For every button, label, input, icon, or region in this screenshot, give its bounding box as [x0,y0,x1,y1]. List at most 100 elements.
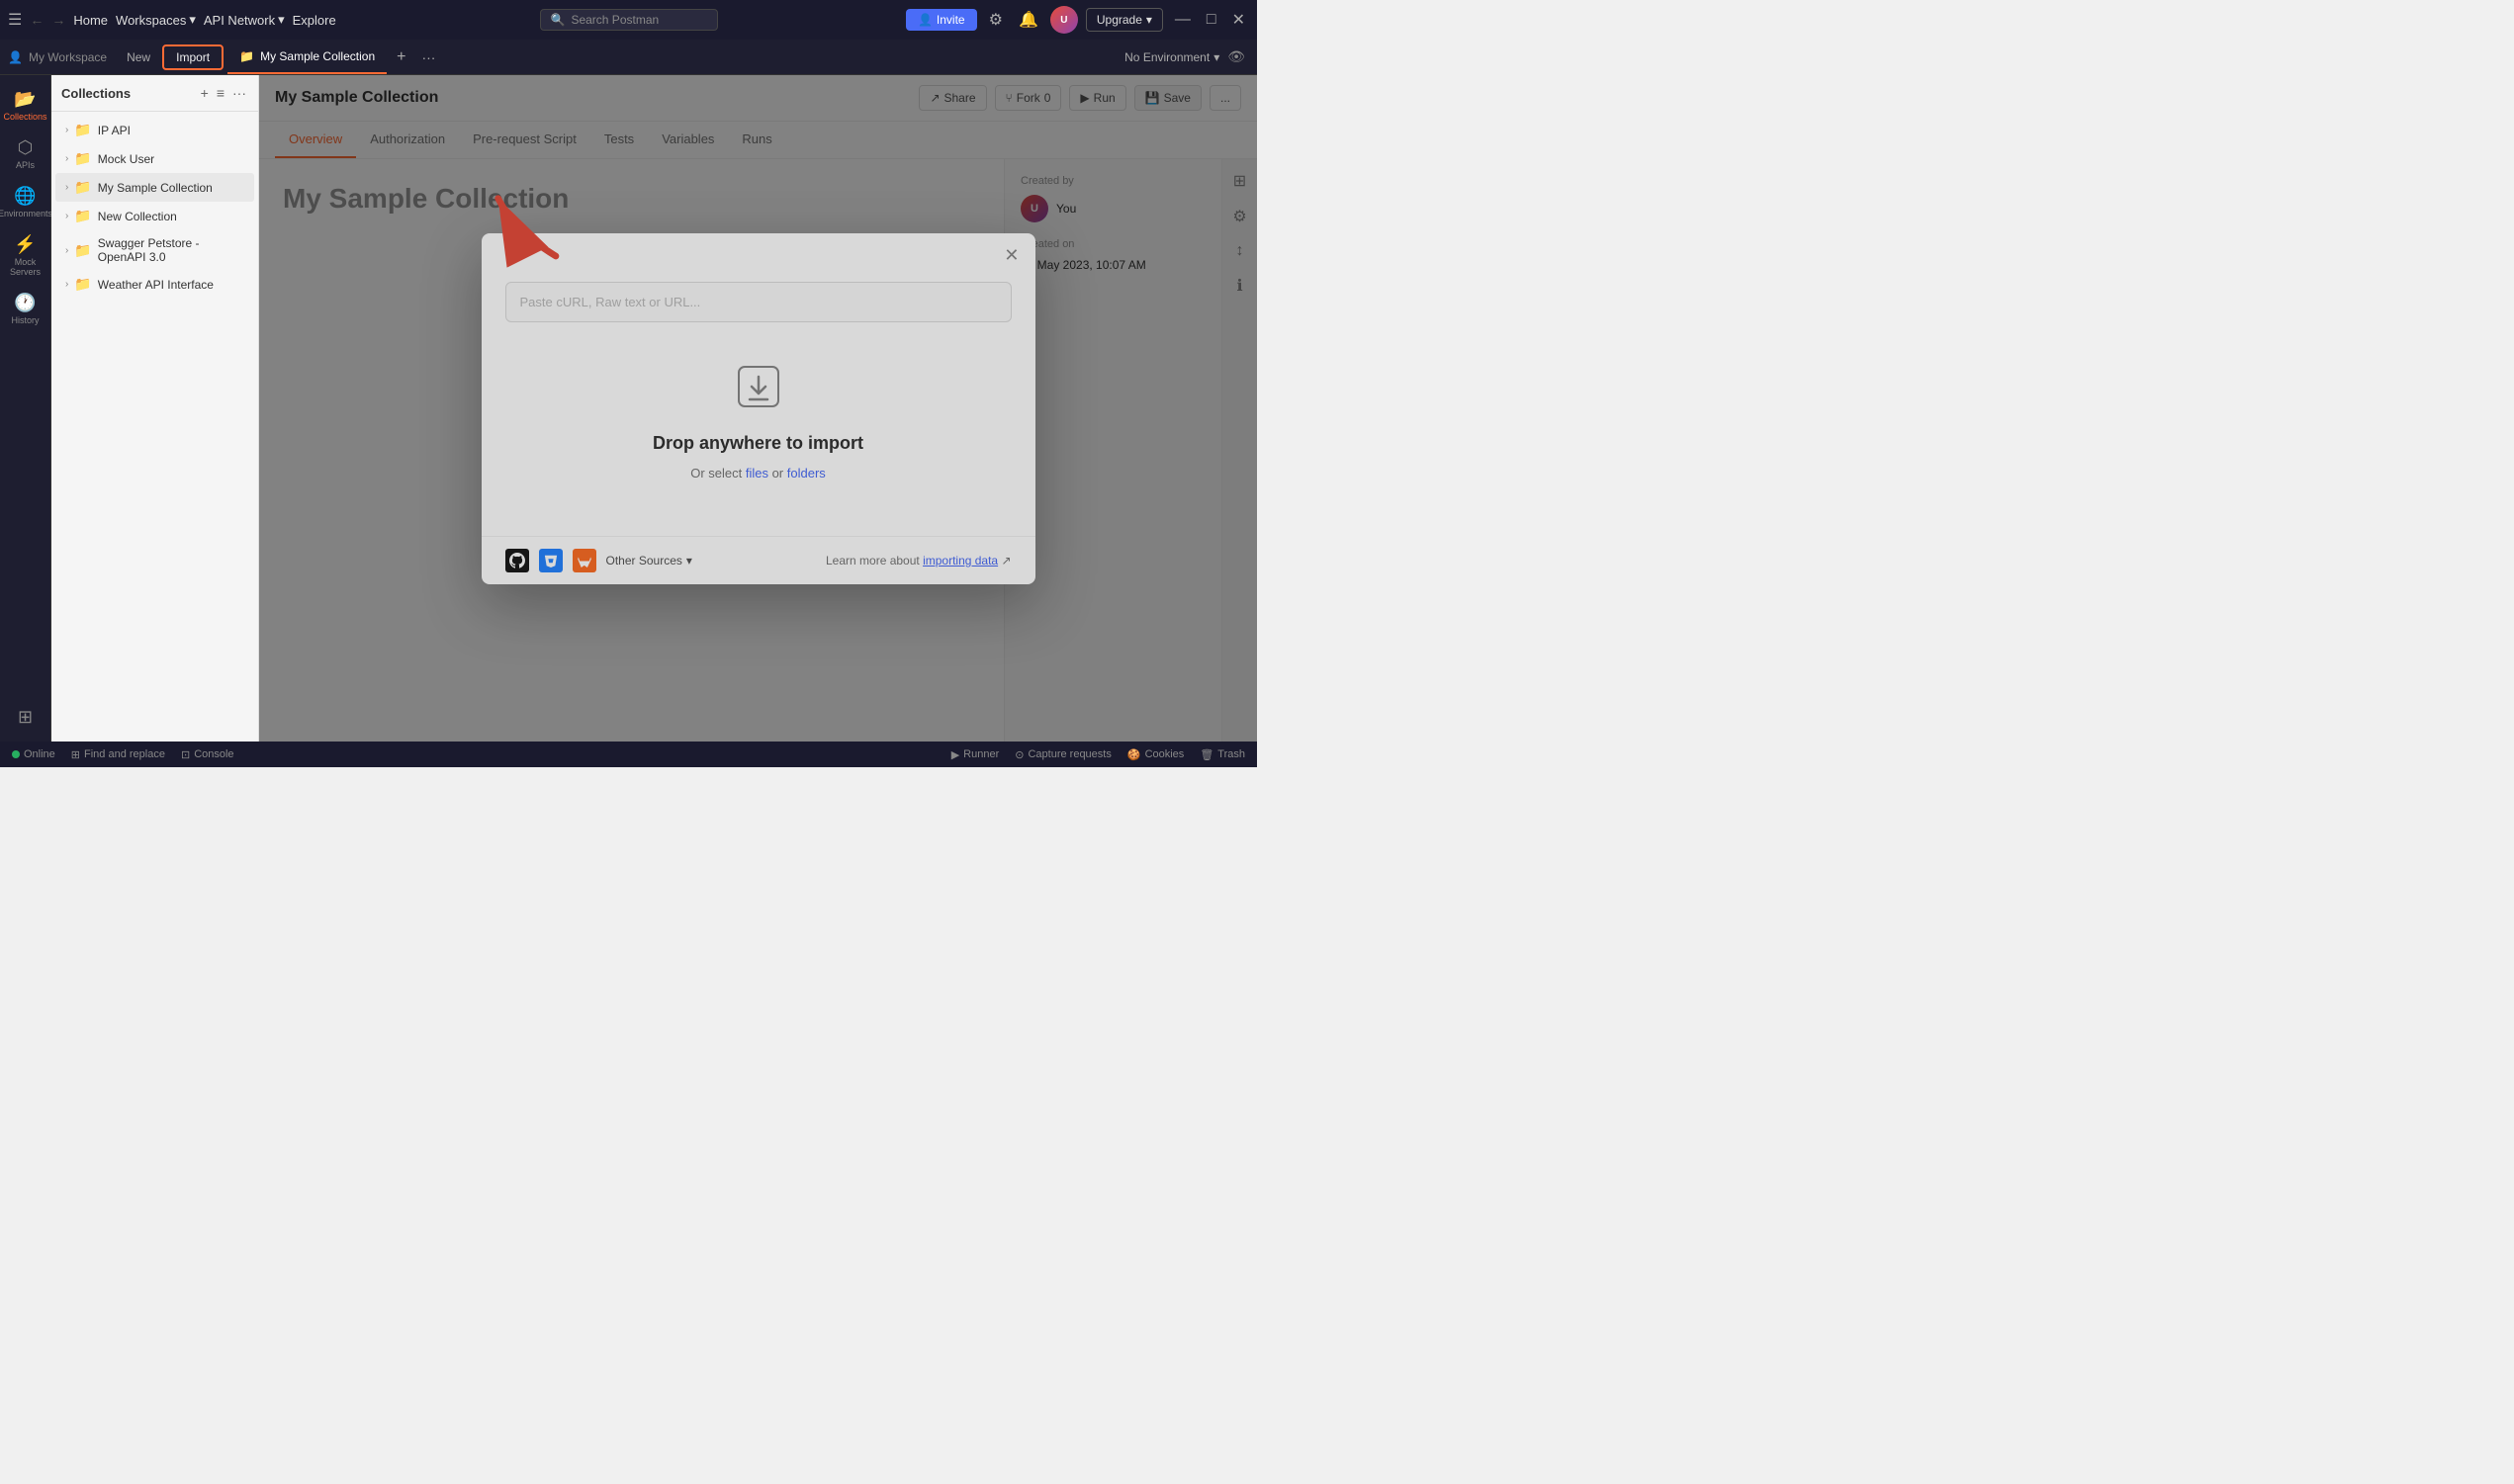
share-button[interactable]: ↗ Share [919,85,986,111]
bottom-bar-right: ▶ Runner ⊙ Capture requests 🍪 Cookies 🗑 … [951,748,1245,761]
top-bar-right: 👤 Invite ⚙ 🔔 U Upgrade ▾ — □ ✕ [726,6,1250,34]
bottom-bar: Online ⊞ Find and replace ⊡ Console ▶ Ru… [0,742,1257,767]
sidebar-item-mock-servers[interactable]: ⚡ Mock Servers [0,228,50,283]
gitlab-icon[interactable] [573,549,596,572]
trash-button[interactable]: 🗑 Trash [1200,748,1245,761]
tab-pre-request-script[interactable]: Pre-request Script [459,122,590,158]
top-bar: ☰ ← → Home Workspaces ▾ API Network ▾ Ex… [0,0,1257,40]
sidebar-item-add[interactable]: ⊞ [0,701,50,734]
api-network-nav[interactable]: API Network ▾ [204,12,285,28]
collections-icon: 📂 [14,89,36,110]
run-button[interactable]: ▶ Run [1069,85,1125,111]
tab-tests[interactable]: Tests [590,122,648,158]
sidebar-item-environments[interactable]: 🌐 Environments [0,180,50,224]
list-item[interactable]: › 📁 My Sample Collection [55,173,254,202]
other-sources-button[interactable]: Other Sources ▾ [606,554,692,567]
cookies-icon: 🍪 [1127,748,1141,761]
workspaces-nav[interactable]: Workspaces ▾ [116,12,196,28]
more-options-button[interactable]: ··· [230,83,248,103]
add-icon: ⊞ [18,707,33,728]
right-icon-4[interactable]: ℹ [1232,272,1246,300]
capture-icon: ⊙ [1015,748,1024,761]
user-avatar[interactable]: U [1050,6,1078,34]
list-item[interactable]: › 📁 Mock User [55,144,254,173]
save-button[interactable]: 💾 Save [1134,85,1202,111]
console-button[interactable]: ⊡ Console [181,748,234,761]
active-tab[interactable]: 📁 My Sample Collection [227,40,387,74]
fork-button[interactable]: ⑂ Fork 0 [995,85,1062,111]
right-icon-3[interactable]: ↕ [1232,238,1248,264]
forward-button[interactable]: → [51,12,65,28]
right-icon-1[interactable]: ⊞ [1229,167,1250,195]
run-icon: ▶ [1080,91,1089,105]
online-status[interactable]: Online [12,748,55,760]
add-collection-button[interactable]: + [199,83,211,103]
search-bar[interactable]: 🔍 Search Postman [540,9,718,31]
eye-icon-btn[interactable]: 👁 [1223,46,1249,67]
environment-selector[interactable]: No Environment ▾ [1124,50,1219,64]
list-item[interactable]: › 📁 New Collection [55,202,254,230]
minimize-button[interactable]: — [1171,9,1195,31]
invite-icon: 👤 [918,13,933,27]
content-header: My Sample Collection ↗ Share ⑂ Fork 0 ▶ … [259,75,1257,122]
maximize-button[interactable]: □ [1203,9,1220,31]
find-replace-button[interactable]: ⊞ Find and replace [71,748,165,761]
chevron-right-icon: › [65,279,68,290]
creator-avatar: U [1021,195,1048,222]
folders-link[interactable]: folders [787,466,826,480]
upgrade-button[interactable]: Upgrade ▾ [1086,8,1163,32]
import-input[interactable] [505,282,1012,322]
modal-body: Drop anywhere to import Or select files … [482,266,1035,536]
tab-variables[interactable]: Variables [648,122,728,158]
find-replace-icon: ⊞ [71,748,80,761]
new-tab-button[interactable]: + [391,48,411,66]
chevron-right-icon: › [65,245,68,256]
download-icon [734,362,783,421]
right-icon-2[interactable]: ⚙ [1228,203,1250,230]
runner-button[interactable]: ▶ Runner [951,748,1000,761]
console-icon: ⊡ [181,748,190,761]
save-icon: 💾 [1145,91,1160,105]
tab-authorization[interactable]: Authorization [356,122,459,158]
sort-button[interactable]: ≡ [215,83,226,103]
cookies-button[interactable]: 🍪 Cookies [1127,748,1184,761]
invite-button[interactable]: 👤 Invite [906,9,977,31]
more-button[interactable]: ... [1210,85,1241,111]
close-button[interactable]: ✕ [1228,8,1249,32]
hamburger-button[interactable]: ☰ [8,10,22,30]
new-button[interactable]: New [119,46,158,68]
back-button[interactable]: ← [30,12,44,28]
importing-data-link[interactable]: importing data [923,554,998,567]
status-dot [12,750,20,758]
list-item[interactable]: › 📁 Swagger Petstore - OpenAPI 3.0 [55,230,254,270]
modal-header: ✕ [482,233,1035,266]
content-body: My Sample Collection [259,159,1004,742]
tab-overview[interactable]: Overview [275,122,356,158]
list-item[interactable]: › 📁 Weather API Interface [55,270,254,299]
import-button[interactable]: Import [162,44,224,70]
github-icon[interactable] [505,549,529,572]
bitbucket-icon[interactable] [539,549,563,572]
creator-name: You [1056,202,1076,216]
more-tabs-button[interactable]: ··· [415,49,441,65]
files-link[interactable]: files [746,466,768,480]
sidebar-item-collections[interactable]: 📂 Collections [0,83,50,128]
explore-nav[interactable]: Explore [293,13,336,28]
list-item[interactable]: › 📁 IP API [55,116,254,144]
chevron-down-icon: ▾ [1213,50,1219,64]
settings-button[interactable]: ⚙ [985,8,1007,32]
home-nav[interactable]: Home [73,13,108,28]
content-actions: ↗ Share ⑂ Fork 0 ▶ Run 💾 Save ... [919,85,1241,111]
chevron-down-icon: ▾ [278,12,285,28]
top-bar-left: ☰ ← → Home Workspaces ▾ API Network ▾ Ex… [8,10,532,30]
notification-bell[interactable]: 🔔 [1015,8,1042,32]
learn-more-link: Learn more about importing data ↗ [826,554,1012,567]
runner-icon: ▶ [951,748,959,761]
sidebar-item-history[interactable]: 🕐 History [0,287,50,331]
footer-sources: Other Sources ▾ [505,549,692,572]
search-container[interactable]: 🔍 Search Postman [540,9,718,31]
modal-close-button[interactable]: ✕ [1004,245,1019,266]
capture-requests-button[interactable]: ⊙ Capture requests [1015,748,1112,761]
tab-runs[interactable]: Runs [728,122,785,158]
sidebar-item-apis[interactable]: ⬡ APIs [0,131,50,176]
